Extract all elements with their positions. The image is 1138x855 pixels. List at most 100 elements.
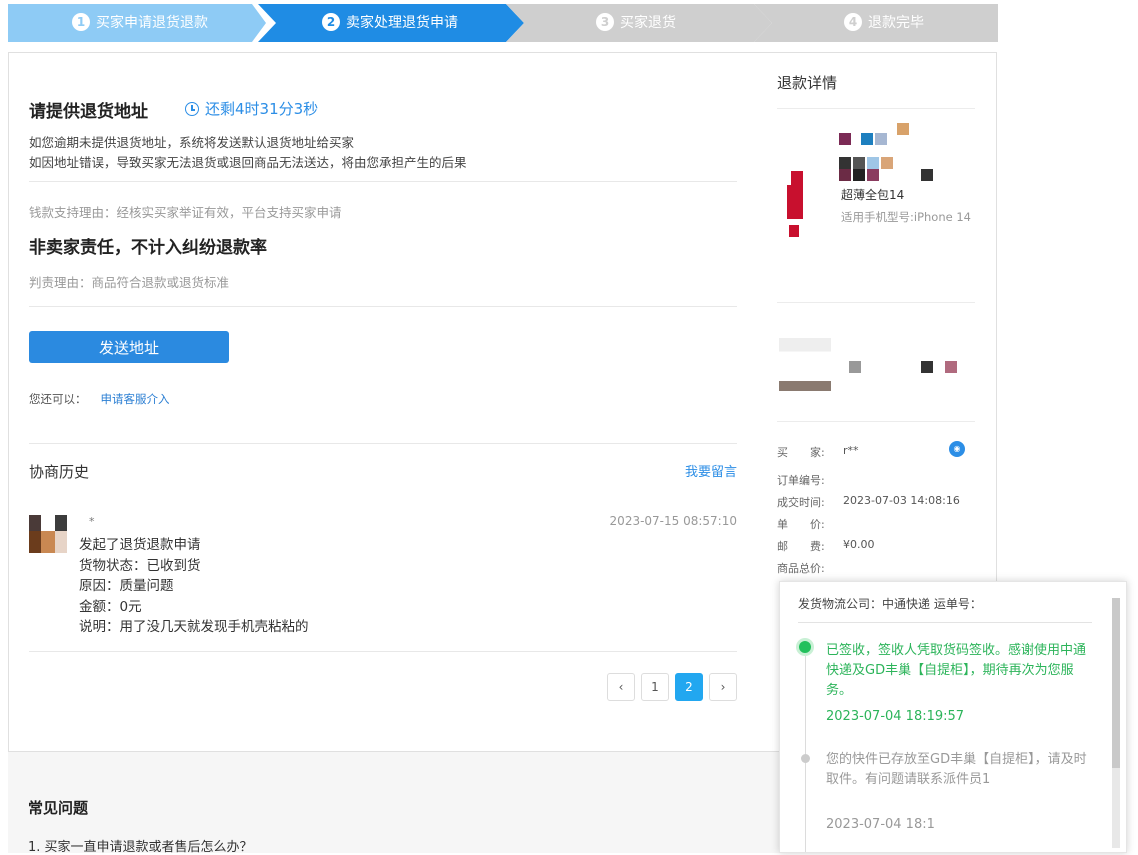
divider <box>777 302 975 303</box>
page-2-button[interactable]: 2 <box>675 673 703 701</box>
notice-line-2: 如因地址错误，导致买家无法退货或退回商品无法送达，将由您承担产生的后果 <box>29 155 467 170</box>
logistics-event-time: 2023-07-04 18:1 <box>826 817 935 832</box>
step-buyer-return: 3 买家退货 <box>506 4 772 42</box>
mosaic <box>839 169 851 181</box>
page-1-button[interactable]: 1 <box>641 673 669 701</box>
divider <box>777 108 975 109</box>
step-apply: 1 买家申请退货退款 <box>8 4 266 42</box>
judge-reason: 判责理由：商品符合退款或退货标准 <box>29 275 230 290</box>
divider <box>29 181 737 182</box>
mosaic <box>945 361 957 373</box>
also-can: 您还可以： 申请客服介入 <box>29 391 170 407</box>
mosaic <box>875 133 887 145</box>
history-title: 协商历史 <box>29 463 90 481</box>
logistics-popup: 发货物流公司：中通快递 运单号： 已签收，签收人凭取货码签收。感谢使用中通快递及… <box>779 581 1127 853</box>
faq-item[interactable]: 1. 买家一直申请退款或者售后怎么办？ <box>28 836 253 855</box>
scrollbar[interactable] <box>1112 598 1120 848</box>
buyer-field: 买 家: r** <box>777 444 859 460</box>
request-service-link[interactable]: 申请客服介入 <box>101 392 170 406</box>
avatar <box>29 515 67 553</box>
step-number: 1 <box>72 13 90 31</box>
scrollbar-thumb[interactable] <box>1112 598 1120 768</box>
faq-title: 常见问题 <box>28 799 89 817</box>
field-label: 商品总价: <box>777 562 825 575</box>
field-label: 单 价: <box>777 518 825 531</box>
mosaic <box>921 169 933 181</box>
field-label: 成交时间: <box>777 496 825 509</box>
product-image <box>787 171 803 251</box>
next-page-button[interactable]: › <box>709 673 737 701</box>
step-number: 3 <box>596 13 614 31</box>
divider <box>29 651 737 652</box>
refund-detail-title: 退款详情 <box>777 74 838 92</box>
logistics-event-time: 2023-07-04 18:19:57 <box>826 709 965 724</box>
history-line: 货物状态：已收到货 <box>79 557 201 574</box>
buyer-value: r** <box>843 444 859 457</box>
shipping-fee-value: ¥0.00 <box>843 538 875 551</box>
countdown: 还剩4时31分3秒 <box>185 98 318 119</box>
mosaic <box>853 169 865 181</box>
mosaic <box>839 157 851 169</box>
history-line: 原因：质量问题 <box>79 578 174 594</box>
step-label: 买家申请退货退款 <box>96 15 208 31</box>
timeline-dot-icon <box>801 754 810 763</box>
mosaic <box>861 133 873 145</box>
timeline-dot-active-icon <box>799 641 811 653</box>
step-label: 卖家处理退货申请 <box>346 15 458 31</box>
mosaic <box>839 133 851 145</box>
product-model: 适用手机型号:iPhone 14 <box>841 210 971 224</box>
leave-message-link[interactable]: 我要留言 <box>685 461 737 480</box>
mosaic <box>849 361 861 373</box>
logistics-event-text: 已签收，签收人凭取货码签收。感谢使用中通快递及GD丰巢【自提柜】，期待再次为您服… <box>826 643 1087 698</box>
step-number: 2 <box>322 13 340 31</box>
shipping-fee-field: 邮 费: ¥0.00 <box>777 538 875 554</box>
voucher-thumbnail <box>779 325 831 391</box>
countdown-text: 还剩4时31分3秒 <box>205 100 319 118</box>
step-refund-done: 4 退款完毕 <box>754 4 998 42</box>
notice-line-1: 如您逾期未提供退货地址，系统将发送默认退货地址给买家 <box>29 135 355 150</box>
divider <box>798 622 1092 623</box>
send-address-button[interactable]: 发送地址 <box>29 331 229 363</box>
mosaic <box>867 169 879 181</box>
verdict: 非卖家责任，不计入纠纷退款率 <box>29 238 267 258</box>
field-label: 买 家: <box>777 446 825 459</box>
step-number: 4 <box>844 13 862 31</box>
unit-price-field: 单 价: <box>777 516 825 532</box>
deal-time-value: 2023-07-03 14:08:16 <box>843 494 960 507</box>
history-line: 说明：用了没几天就发现手机壳粘粘的 <box>79 619 309 635</box>
history-time: 2023-07-15 08:57:10 <box>609 514 737 528</box>
main-panel: 请提供退货地址 还剩4时31分3秒 如您逾期未提供退货地址，系统将发送默认退货地… <box>8 52 758 752</box>
logistics-event-text: 您的快件已存放至GD丰巢【自提柜】，请及时取件。有问题请联系派件员1 <box>826 752 1087 787</box>
field-label: 邮 费: <box>777 540 825 553</box>
order-no-field: 订单编号: <box>777 472 825 488</box>
page-title: 请提供退货地址 <box>29 102 148 122</box>
mosaic <box>853 157 865 169</box>
progress-steps: 1 买家申请退货退款 2 卖家处理退货申请 3 买家退货 4 退款完毕 <box>8 4 998 42</box>
history-message: 发起了退货退款申请 货物状态：已收到货 原因：质量问题 金额：0元 说明：用了没… <box>79 535 309 638</box>
mosaic <box>897 123 909 135</box>
field-label: 订单编号: <box>777 474 825 487</box>
also-label: 您还可以： <box>29 392 87 406</box>
product-name: 超薄全包14 <box>841 188 905 202</box>
divider <box>29 306 737 307</box>
total-price-field: 商品总价: <box>777 560 825 576</box>
deal-time-field: 成交时间: 2023-07-03 14:08:16 <box>777 494 960 510</box>
step-label: 退款完毕 <box>868 15 924 31</box>
clock-icon <box>185 102 199 116</box>
mosaic <box>867 157 879 169</box>
divider <box>29 443 737 444</box>
history-user: * <box>89 515 95 528</box>
prev-page-button[interactable]: ‹ <box>607 673 635 701</box>
step-seller-process: 2 卖家处理退货申请 <box>258 4 524 42</box>
timeline-line <box>805 652 806 852</box>
pagination: ‹ 1 2 › <box>601 673 737 701</box>
mosaic <box>921 361 933 373</box>
support-reason: 钱款支持理由：经核实买家举证有效，平台支持买家申请 <box>29 205 342 220</box>
mosaic <box>881 157 893 169</box>
chat-icon[interactable]: ◉ <box>949 441 965 457</box>
history-line: 金额：0元 <box>79 598 142 615</box>
divider <box>777 421 975 422</box>
logistics-header: 发货物流公司：中通快递 运单号： <box>798 597 982 611</box>
step-label: 买家退货 <box>620 15 676 31</box>
history-line: 发起了退货退款申请 <box>79 537 201 553</box>
